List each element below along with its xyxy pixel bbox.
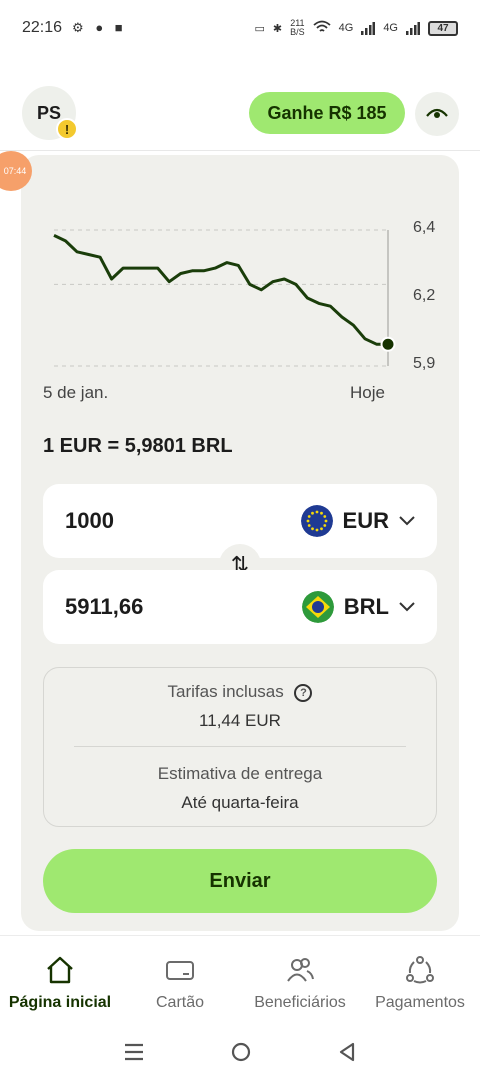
sim1-label: 4G	[338, 22, 354, 34]
info-divider	[74, 746, 406, 747]
brazil-flag-icon	[301, 591, 334, 623]
series-line	[53, 234, 388, 346]
receive-currency-selector[interactable]: BRL	[301, 591, 415, 623]
eu-flag-icon	[300, 505, 333, 537]
signal-icon-2	[406, 21, 420, 35]
fees-label-row: Tarifas inclusas ?	[44, 682, 436, 702]
status-time: 22:16	[22, 19, 63, 36]
exchange-rate: 1 EUR = 5,9801 BRL	[43, 435, 233, 457]
back-icon[interactable]	[337, 1041, 357, 1063]
bottom-nav: Página inicial Cartão Beneficiários Paga…	[0, 935, 480, 1025]
chevron-down-icon	[399, 602, 415, 612]
send-button[interactable]: Enviar	[43, 849, 437, 913]
status-icons: ▭ ✱ 211 B/S 4G 4G 47	[254, 19, 458, 37]
avatar[interactable]: PS !	[22, 86, 78, 140]
warning-badge-icon: !	[56, 118, 78, 140]
nav-item-home[interactable]: Página inicial	[0, 936, 120, 1025]
send-currency-selector[interactable]: EUR	[300, 505, 415, 537]
bluetooth-icon: ✱	[272, 22, 283, 35]
notification-icons: ⚙ ● ■	[72, 20, 127, 35]
home-circle-icon[interactable]	[230, 1041, 252, 1063]
nav-item-payments[interactable]: Pagamentos	[360, 936, 480, 1025]
nav-item-recipients[interactable]: Beneficiários	[240, 936, 360, 1025]
send-currency-code: EUR	[342, 508, 389, 533]
recipients-icon	[287, 958, 314, 982]
delivery-label: Estimativa de entrega	[157, 764, 323, 783]
rate-chart-svg	[53, 229, 396, 367]
payments-icon	[406, 956, 434, 984]
help-icon[interactable]: ?	[294, 684, 313, 702]
card-icon	[166, 961, 194, 980]
cast-icon: ▭	[254, 22, 265, 35]
header-divider	[0, 150, 480, 151]
eye-icon[interactable]	[415, 92, 459, 136]
y-tick-label: 5,9	[413, 355, 436, 372]
nav-item-card[interactable]: Cartão	[120, 936, 240, 1025]
fees-label: Tarifas inclusas	[167, 682, 284, 701]
receive-amount-row[interactable]: 5911,66 BRL	[43, 570, 437, 644]
recent-apps-icon[interactable]	[123, 1042, 145, 1062]
send-amount-input[interactable]: 1000	[65, 508, 114, 534]
sim2-label: 4G	[383, 22, 398, 34]
home-icon	[47, 956, 73, 984]
wifi-icon	[313, 20, 331, 37]
receive-amount-input[interactable]: 5911,66	[65, 594, 143, 620]
status-bar: 22:16 ⚙ ● ■ ▭ ✱ 211 B/S 4G 4G 47	[0, 0, 480, 56]
x-tick-label-start: 5 de jan.	[43, 383, 109, 402]
x-tick-label-end: Hoje	[350, 383, 385, 402]
referral-reward-button[interactable]: Ganhe R$ 185	[249, 92, 405, 134]
converter-card: 6,4 6,2 5,9 5 de jan. Hoje 1 EUR = 5,980…	[21, 155, 459, 931]
system-nav-bar	[0, 1025, 480, 1078]
net-speed-unit: B/S	[290, 27, 305, 37]
status-left: 22:16 ⚙ ● ■	[22, 19, 127, 37]
y-tick-label: 6,2	[413, 287, 436, 304]
nav-label: Cartão	[155, 994, 205, 1011]
avatar-initials: PS	[36, 102, 61, 123]
delivery-value: Até quarta-feira	[181, 793, 299, 812]
fees-info-box: Tarifas inclusas ? 11,44 EUR Estimativa …	[43, 667, 437, 827]
signal-icon-1	[361, 21, 376, 35]
nav-label: Página inicial	[8, 994, 112, 1011]
fees-value: 11,44 EUR	[199, 711, 281, 730]
receive-currency-code: BRL	[343, 594, 389, 619]
current-rate-point[interactable]	[380, 336, 396, 352]
battery-icon: 47	[428, 20, 458, 36]
y-tick-label: 6,4	[413, 219, 436, 236]
chevron-down-icon	[399, 516, 415, 526]
nav-label: Pagamentos	[375, 994, 465, 1011]
nav-label: Beneficiários	[254, 994, 346, 1011]
net-speed: 211 B/S	[290, 19, 305, 37]
